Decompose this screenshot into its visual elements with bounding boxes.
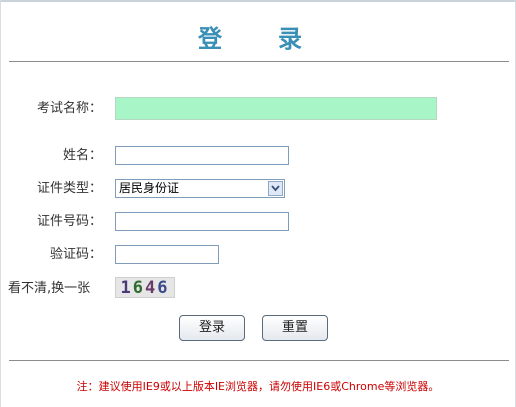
name-label: 姓名： [62, 148, 102, 163]
id-type-selected-value: 居民身份证 [119, 181, 180, 195]
id-number-label: 证件号码： [36, 214, 102, 229]
browser-notice: 注：建议使用IE9或以上版本IE浏览器，请勿使用IE6或Chrome等浏览器。 [76, 380, 440, 393]
reset-button[interactable]: 重置 [262, 315, 328, 341]
chevron-down-icon[interactable] [268, 181, 283, 196]
captcha-char: 4 [145, 278, 158, 298]
exam-name-field[interactable] [115, 97, 437, 120]
name-field[interactable] [115, 146, 289, 165]
footer-divider [9, 360, 509, 361]
refresh-captcha-link[interactable]: 看不清,换一张 [8, 281, 104, 297]
id-type-select[interactable]: 居民身份证 [115, 179, 285, 198]
top-border [0, 0, 516, 2]
captcha-label: 验证码： [49, 247, 102, 262]
captcha-char: 6 [132, 278, 145, 298]
page-title: 登 录 [198, 25, 318, 53]
captcha-image[interactable]: 1646 [115, 277, 175, 298]
captcha-char: 1 [120, 278, 133, 298]
id-type-label: 证件类型： [36, 181, 102, 196]
left-border [0, 0, 1, 407]
login-button[interactable]: 登录 [179, 315, 245, 341]
captcha-char: 6 [157, 278, 170, 298]
captcha-field[interactable] [115, 245, 219, 264]
id-number-field[interactable] [115, 212, 289, 231]
title-divider [9, 61, 509, 62]
exam-name-label: 考试名称： [36, 101, 102, 116]
